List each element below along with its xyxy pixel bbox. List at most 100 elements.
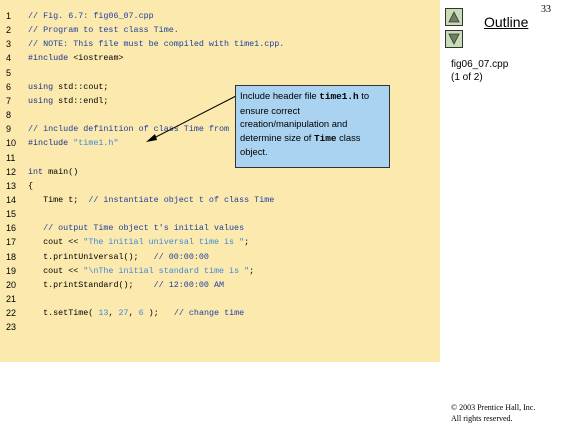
code-token: 27: [118, 308, 129, 319]
code-token: t.printUniversal();: [28, 251, 154, 262]
line-number: 17: [6, 237, 17, 248]
line-number: 13: [6, 180, 17, 191]
line-number: 12: [6, 166, 17, 177]
code-token: "time1.h": [73, 138, 119, 149]
copyright-line-1: © 2003 Prentice Hall, Inc.: [451, 403, 536, 412]
code-token: t.setTime(: [28, 308, 99, 319]
code-token: // Program to test class Time.: [28, 25, 179, 36]
code-token: ,: [108, 308, 119, 319]
callout-annotation: Include header file time1.h to ensure co…: [235, 85, 390, 168]
code-text: // NOTE: This file must be compiled with…: [28, 38, 284, 51]
code-listing-panel: 1 // Fig. 6.7: fig06_07.cpp 2 // Program to…: [0, 0, 440, 362]
line-number: 16: [6, 223, 17, 234]
line-number: 20: [6, 279, 17, 290]
code-text: t.printUniversal(); // 00:00:00: [28, 251, 209, 264]
line-number: 19: [6, 265, 17, 276]
code-line: 22 t.setTime( 13, 27, 6 ); // change tim…: [0, 307, 440, 320]
line-number: 1: [6, 11, 12, 21]
code-token: 13: [98, 308, 109, 319]
line-number: 9: [6, 124, 12, 135]
code-token: // 12:00:00 AM: [153, 279, 225, 290]
code-text: // include definition of class Time from…: [28, 123, 269, 136]
code-text: // Program to test class Time.: [28, 24, 179, 37]
code-token: int: [28, 166, 44, 177]
code-token: cout <<: [28, 237, 84, 248]
line-number: 8: [6, 110, 12, 121]
outline-link[interactable]: Outline: [484, 14, 528, 30]
line-number: 2: [6, 25, 12, 36]
code-text: int main(): [28, 166, 78, 179]
code-line: 20 t.printStandard(); // 12:00:00 AM: [0, 279, 440, 292]
code-token: {: [28, 180, 34, 191]
callout-text-1: Include header file: [240, 90, 320, 101]
code-text: using std::cout;: [28, 81, 108, 94]
copyright-line-2: All rights reserved.: [451, 414, 513, 423]
line-number: 4: [6, 53, 12, 64]
code-line: 13 {: [0, 180, 440, 193]
code-token: // output Time object t's initial values: [28, 223, 245, 234]
code-line: 2 // Program to test class Time.: [0, 24, 440, 37]
line-number: 23: [6, 322, 17, 333]
line-number: 21: [6, 294, 17, 304]
code-text: {: [28, 180, 33, 193]
triangle-up-icon: [448, 11, 460, 23]
code-token: t.printStandard();: [28, 279, 154, 290]
code-text: t.printStandard(); // 12:00:00 AM: [28, 279, 224, 292]
line-number: 11: [6, 152, 16, 163]
code-token: // 00:00:00: [153, 251, 209, 262]
next-slide-button[interactable]: [445, 30, 463, 48]
code-token: // include definition of class Time from…: [28, 124, 270, 135]
code-token: // change time: [173, 308, 245, 319]
code-token: "The initial universal time is ": [83, 237, 245, 248]
code-token: "\nThe initial standard time is ": [83, 265, 250, 276]
code-line: 3 // NOTE: This file must be compiled wit…: [0, 38, 440, 51]
code-token: cout <<: [28, 265, 84, 276]
code-token: #include: [28, 138, 69, 149]
code-text: cout << "The initial universal time is "…: [28, 236, 249, 249]
code-line: 23: [0, 321, 440, 334]
code-token: std::cout;: [53, 81, 109, 92]
line-number: 10: [6, 138, 17, 149]
code-line: 21: [0, 293, 440, 306]
code-token: // NOTE: This file must be compiled with…: [28, 39, 285, 50]
line-number: 22: [6, 308, 17, 319]
file-name: fig06_07.cpp: [451, 59, 509, 70]
code-line: 4 #include <iostream>: [0, 52, 440, 65]
code-text: // Fig. 6.7: fig06_07.cpp: [28, 10, 154, 23]
code-text: cout << "\nThe initial standard time is …: [28, 265, 254, 278]
code-line: 14 Time t; // instantiate object t of cl…: [0, 194, 440, 207]
callout-code-class: Time: [314, 132, 337, 144]
file-caption: fig06_07.cpp (1 of 2): [451, 58, 508, 84]
code-line: 1 // Fig. 6.7: fig06_07.cpp: [0, 10, 440, 23]
code-line: 17 cout << "The initial universal time i…: [0, 236, 440, 249]
code-token: <iostream>: [68, 53, 124, 64]
page-number: 33: [541, 4, 551, 15]
copyright-notice: © 2003 Prentice Hall, Inc. All rights re…: [451, 402, 535, 424]
line-number: 5: [6, 67, 12, 78]
line-number: 3: [6, 39, 12, 50]
code-text: #include <iostream>: [28, 52, 124, 65]
code-text: #include "time1.h": [28, 137, 118, 150]
code-token: using: [28, 81, 54, 92]
triangle-down-icon: [448, 33, 460, 45]
code-line: 15: [0, 208, 440, 221]
code-token: );: [143, 308, 174, 319]
line-number: 15: [6, 209, 17, 220]
code-token: ;: [249, 265, 255, 276]
callout-code-header: time1.h: [319, 91, 359, 102]
file-part: (1 of 2): [451, 72, 483, 83]
code-token: ,: [128, 308, 139, 319]
code-text: Time t; // instantiate object t of class…: [28, 194, 274, 207]
code-text: t.setTime( 13, 27, 6 ); // change time: [28, 307, 244, 320]
code-token: // instantiate object t of class Time: [88, 194, 275, 205]
code-token: using: [28, 95, 54, 106]
code-line: 16 // output Time object t's initial val…: [0, 222, 440, 235]
line-number: 7: [6, 95, 12, 106]
code-token: #include: [28, 53, 69, 64]
code-token: std::endl;: [53, 95, 109, 106]
code-line: 18 t.printUniversal(); // 00:00:00: [0, 251, 440, 264]
code-token: Time t;: [28, 194, 89, 205]
code-line: 5: [0, 67, 440, 80]
code-text: using std::endl;: [28, 95, 108, 108]
previous-slide-button[interactable]: [445, 8, 463, 26]
